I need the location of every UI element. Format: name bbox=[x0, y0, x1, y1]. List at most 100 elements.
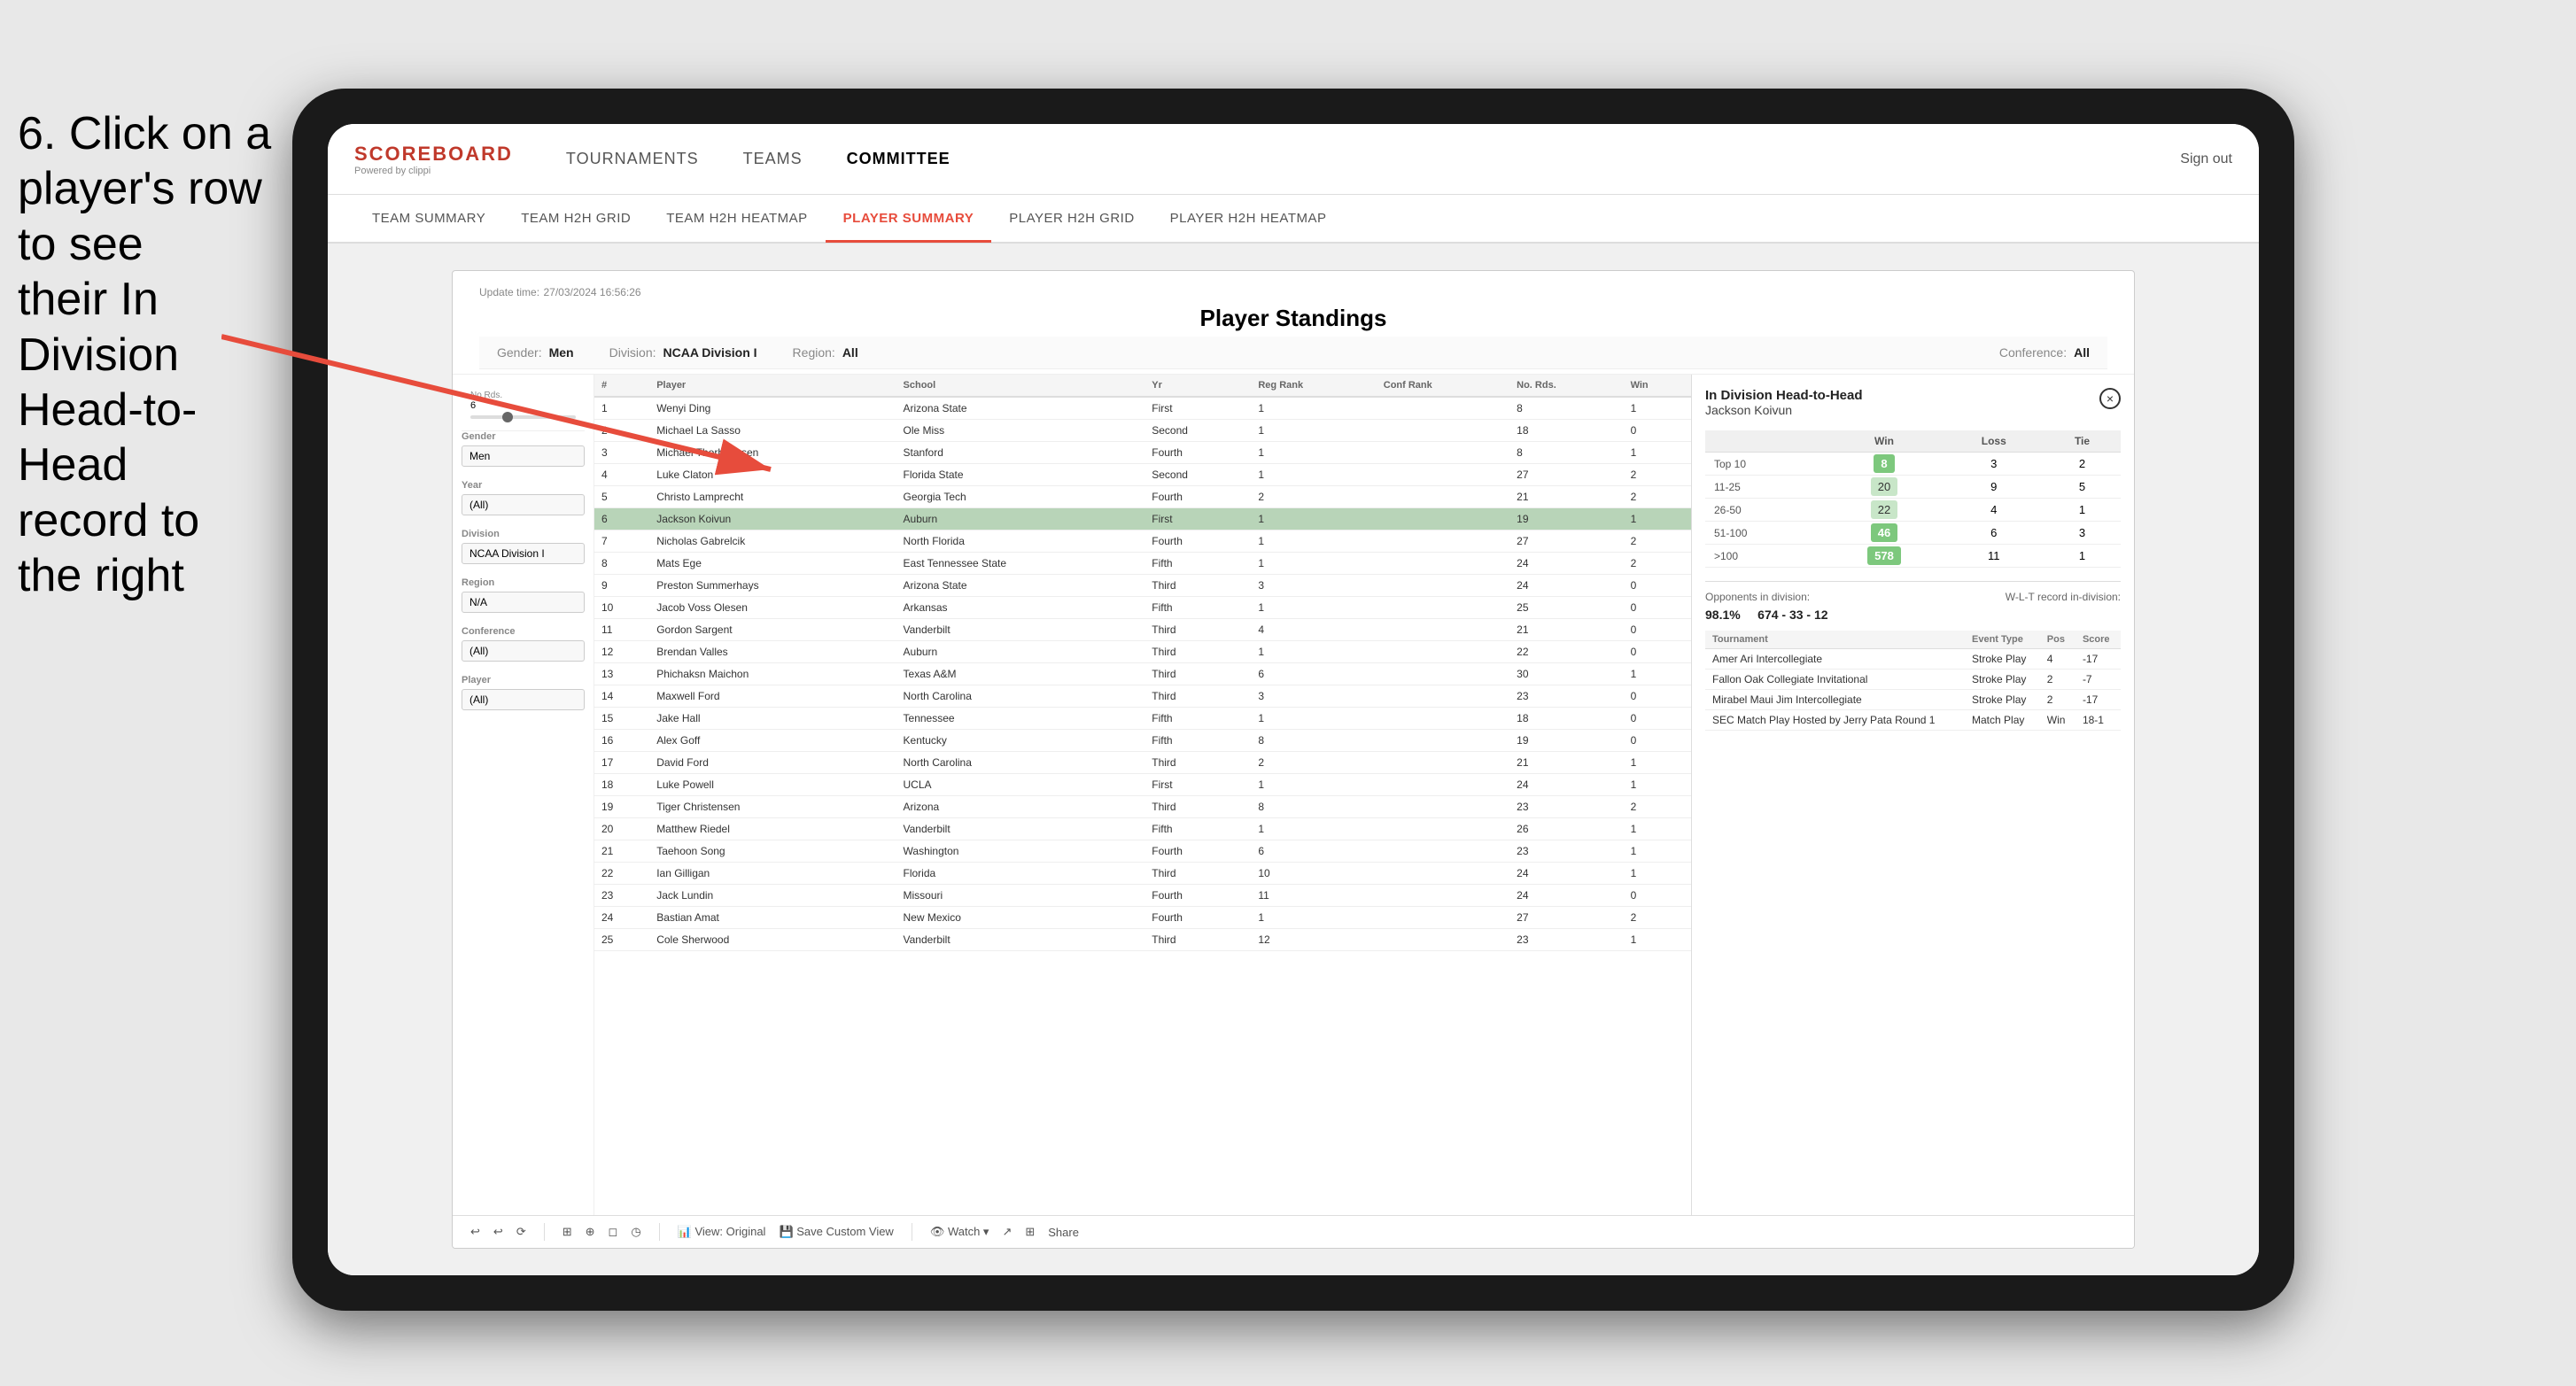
table-row[interactable]: 11 Gordon Sargent Vanderbilt Third 4 21 … bbox=[594, 619, 1691, 641]
sidebar-conference-control[interactable]: (All) bbox=[462, 640, 585, 662]
toolbar-undo[interactable]: ↩ bbox=[470, 1225, 480, 1239]
sidebar-division: Division NCAA Division I bbox=[462, 529, 585, 564]
table-row[interactable]: 22 Ian Gilligan Florida Third 10 24 1 bbox=[594, 863, 1691, 885]
toolbar-add[interactable]: ⊕ bbox=[586, 1225, 595, 1239]
table-row[interactable]: 4 Luke Claton Florida State Second 1 27 … bbox=[594, 464, 1691, 486]
h2h-col-win: Win bbox=[1824, 430, 1944, 453]
nav-teams[interactable]: TEAMS bbox=[743, 145, 803, 173]
sidebar-division-control[interactable]: NCAA Division I bbox=[462, 543, 585, 564]
panel-title: Player Standings bbox=[479, 305, 2107, 332]
filter-division: Division: NCAA Division I bbox=[609, 345, 757, 360]
sub-nav-player-summary[interactable]: PLAYER SUMMARY bbox=[826, 196, 992, 243]
h2h-row-51-100[interactable]: 51-100 46 6 3 bbox=[1705, 522, 2121, 545]
toolbar-save-custom[interactable]: 💾 Save Custom View bbox=[779, 1225, 893, 1239]
tournament-row[interactable]: Mirabel Maui Jim Intercollegiate Stroke … bbox=[1705, 690, 2121, 710]
table-row[interactable]: 23 Jack Lundin Missouri Fourth 11 24 0 bbox=[594, 885, 1691, 907]
tournament-row[interactable]: Amer Ari Intercollegiate Stroke Play 4 -… bbox=[1705, 649, 2121, 670]
slider-thumb[interactable] bbox=[502, 412, 513, 422]
main-content: Update time: 27/03/2024 16:56:26 Player … bbox=[328, 244, 2259, 1275]
table-row[interactable]: 7 Nicholas Gabrelcik North Florida Fourt… bbox=[594, 530, 1691, 553]
h2h-row-26-50[interactable]: 26-50 22 4 1 bbox=[1705, 499, 2121, 522]
opponents-label: Opponents in division: bbox=[1705, 591, 1810, 603]
tournament-row[interactable]: Fallon Oak Collegiate Invitational Strok… bbox=[1705, 670, 2121, 690]
table-row[interactable]: 5 Christo Lamprecht Georgia Tech Fourth … bbox=[594, 486, 1691, 508]
h2h-col-loss: Loss bbox=[1944, 430, 2044, 453]
toolbar-refresh[interactable]: ⟳ bbox=[516, 1225, 526, 1239]
sidebar-region-control[interactable]: N/A bbox=[462, 592, 585, 613]
table-row[interactable]: 2 Michael La Sasso Ole Miss Second 1 18 … bbox=[594, 420, 1691, 442]
h2h-row-100plus[interactable]: >100 578 11 1 bbox=[1705, 545, 2121, 568]
filter-gender: Gender: Men bbox=[497, 345, 574, 360]
table-row[interactable]: 18 Luke Powell UCLA First 1 24 1 bbox=[594, 774, 1691, 796]
filter-region: Region: All bbox=[793, 345, 858, 360]
table-row[interactable]: 25 Cole Sherwood Vanderbilt Third 12 23 … bbox=[594, 929, 1691, 951]
wlt-label: W-L-T record in-division: bbox=[2006, 591, 2121, 603]
col-win: Win bbox=[1624, 375, 1691, 397]
table-row[interactable]: 17 David Ford North Carolina Third 2 21 … bbox=[594, 752, 1691, 774]
sub-nav-team-h2h-heatmap[interactable]: TEAM H2H HEATMAP bbox=[648, 196, 825, 243]
toolbar-time[interactable]: ◷ bbox=[631, 1225, 640, 1239]
panel-header: Update time: 27/03/2024 16:56:26 Player … bbox=[453, 271, 2134, 375]
table-row[interactable]: 1 Wenyi Ding Arizona State First 1 8 1 bbox=[594, 397, 1691, 420]
slider-track[interactable] bbox=[470, 415, 576, 419]
toolbar-watch[interactable]: 👁 Watch ▾ bbox=[930, 1225, 989, 1239]
toolbar-export[interactable]: ↗ bbox=[1002, 1225, 1012, 1239]
table-row[interactable]: 8 Mats Ege East Tennessee State Fifth 1 … bbox=[594, 553, 1691, 575]
toolbar-grid[interactable]: ⊞ bbox=[563, 1225, 572, 1239]
table-row[interactable]: 15 Jake Hall Tennessee Fifth 1 18 0 bbox=[594, 708, 1691, 730]
h2h-divider bbox=[1705, 581, 2121, 582]
tournament-row[interactable]: SEC Match Play Hosted by Jerry Pata Roun… bbox=[1705, 710, 2121, 731]
sidebar-gender-control[interactable]: Men bbox=[462, 445, 585, 467]
filter-conference: Conference: All bbox=[1999, 345, 2090, 360]
table-row[interactable]: 14 Maxwell Ford North Carolina Third 3 2… bbox=[594, 685, 1691, 708]
table-row[interactable]: 9 Preston Summerhays Arizona State Third… bbox=[594, 575, 1691, 597]
sub-nav-player-h2h-heatmap[interactable]: PLAYER H2H HEATMAP bbox=[1152, 196, 1345, 243]
bottom-toolbar: ↩ ↩ ⟳ ⊞ ⊕ ◻ ◷ 📊 View: Original 💾 Save Cu… bbox=[453, 1215, 2134, 1248]
right-panel: In Division Head-to-Head Jackson Koivun … bbox=[1691, 375, 2134, 1215]
h2h-header: In Division Head-to-Head Jackson Koivun … bbox=[1705, 388, 2121, 426]
toolbar-sep2 bbox=[659, 1223, 660, 1241]
no-rds-label: No Rds. bbox=[470, 391, 576, 400]
update-label: Update time: bbox=[479, 286, 539, 298]
sidebar-division-label: Division bbox=[462, 529, 585, 539]
table-row[interactable]: 3 Michael Thorbjornsen Stanford Fourth 1… bbox=[594, 442, 1691, 464]
toolbar-share[interactable]: Share bbox=[1048, 1226, 1079, 1239]
nav-right: Sign out bbox=[2180, 151, 2232, 167]
table-header-row: # Player School Yr Reg Rank Conf Rank No… bbox=[594, 375, 1691, 397]
table-row[interactable]: 20 Matthew Riedel Vanderbilt Fifth 1 26 … bbox=[594, 818, 1691, 840]
sub-nav: TEAM SUMMARY TEAM H2H GRID TEAM H2H HEAT… bbox=[328, 195, 2259, 244]
toolbar-undo2[interactable]: ↩ bbox=[493, 1225, 503, 1239]
table-row[interactable]: 13 Phichaksn Maichon Texas A&M Third 6 3… bbox=[594, 663, 1691, 685]
standings-table: # Player School Yr Reg Rank Conf Rank No… bbox=[594, 375, 1691, 951]
h2h-col-tie: Tie bbox=[2044, 430, 2121, 453]
sub-nav-player-h2h-grid[interactable]: PLAYER H2H GRID bbox=[991, 196, 1152, 243]
toolbar-view-original[interactable]: 📊 View: Original bbox=[678, 1225, 766, 1239]
table-row[interactable]: 24 Bastian Amat New Mexico Fourth 1 27 2 bbox=[594, 907, 1691, 929]
h2h-row-11-25[interactable]: 11-25 20 9 5 bbox=[1705, 476, 2121, 499]
col-yr: Yr bbox=[1144, 375, 1251, 397]
h2h-title: In Division Head-to-Head bbox=[1705, 388, 1863, 403]
table-row[interactable]: 12 Brendan Valles Auburn Third 1 22 0 bbox=[594, 641, 1691, 663]
table-row[interactable]: 19 Tiger Christensen Arizona Third 8 23 … bbox=[594, 796, 1691, 818]
sub-nav-team-h2h-grid[interactable]: TEAM H2H GRID bbox=[503, 196, 648, 243]
toolbar-shape[interactable]: ◻ bbox=[609, 1225, 618, 1239]
h2h-close-btn[interactable]: × bbox=[2099, 388, 2121, 409]
tournament-header-row: Tournament Event Type Pos Score bbox=[1705, 631, 2121, 649]
table-row[interactable]: 16 Alex Goff Kentucky Fifth 8 19 0 bbox=[594, 730, 1691, 752]
sidebar-player-label: Player bbox=[462, 675, 585, 685]
sub-nav-team-summary[interactable]: TEAM SUMMARY bbox=[354, 196, 503, 243]
sidebar-year-control[interactable]: (All) bbox=[462, 494, 585, 515]
nav-tournaments[interactable]: TOURNAMENTS bbox=[566, 145, 699, 173]
sidebar-player-control[interactable]: (All) bbox=[462, 689, 585, 710]
sign-out-link[interactable]: Sign out bbox=[2180, 151, 2232, 167]
h2h-row-top10[interactable]: Top 10 8 3 2 bbox=[1705, 453, 2121, 476]
nav-committee[interactable]: COMMITTEE bbox=[847, 145, 950, 173]
toolbar-layout[interactable]: ⊞ bbox=[1025, 1225, 1035, 1239]
sidebar-year-label: Year bbox=[462, 480, 585, 491]
h2h-col-range bbox=[1705, 430, 1824, 453]
dashboard-panel: Update time: 27/03/2024 16:56:26 Player … bbox=[452, 270, 2135, 1249]
table-row[interactable]: 10 Jacob Voss Olesen Arkansas Fifth 1 25… bbox=[594, 597, 1691, 619]
table-row[interactable]: 21 Taehoon Song Washington Fourth 6 23 1 bbox=[594, 840, 1691, 863]
tournament-table: Tournament Event Type Pos Score Amer Ari… bbox=[1705, 631, 2121, 731]
table-row[interactable]: 6 Jackson Koivun Auburn First 1 19 1 bbox=[594, 508, 1691, 530]
